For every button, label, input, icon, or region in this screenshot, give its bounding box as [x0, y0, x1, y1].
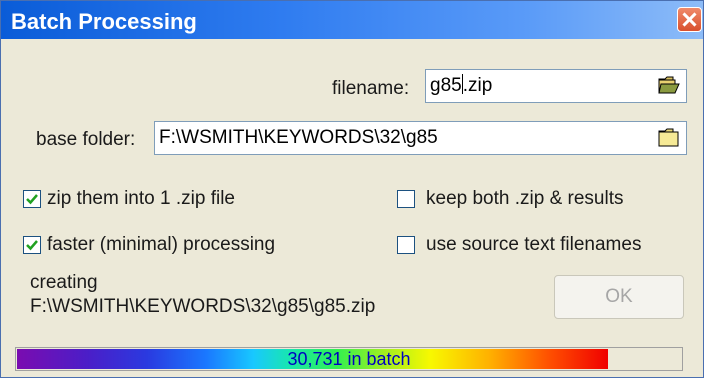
filename-value-part2: .zip [462, 75, 493, 96]
keep-both-label[interactable]: keep both .zip & results [426, 188, 624, 210]
zip-into-one-label[interactable]: zip them into 1 .zip file [47, 188, 235, 210]
folder-icon[interactable] [658, 127, 680, 147]
progress-bar: 30,731 in batch [15, 347, 683, 371]
filename-label: filename: [332, 78, 410, 99]
batch-processing-dialog: Batch Processing filename: g85.zip base … [0, 0, 704, 378]
title-bar[interactable]: Batch Processing [1, 1, 703, 39]
checkmark-icon [26, 240, 38, 251]
filename-input[interactable]: g85.zip [425, 69, 687, 103]
ok-button[interactable]: OK [554, 275, 684, 319]
filename-value-part1: g85 [430, 75, 462, 96]
faster-processing-label[interactable]: faster (minimal) processing [47, 234, 275, 256]
window-title: Batch Processing [11, 9, 197, 34]
progress-text: 30,731 in batch [287, 349, 411, 369]
faster-processing-checkbox[interactable] [23, 236, 41, 254]
keep-both-checkbox[interactable] [397, 190, 415, 208]
zip-into-one-checkbox[interactable] [23, 190, 41, 208]
use-source-names-checkbox[interactable] [397, 236, 415, 254]
checkmark-icon [26, 194, 38, 205]
folder-open-icon[interactable] [658, 75, 680, 95]
base-folder-input[interactable]: F:\WSMITH\KEYWORDS\32\g85 [154, 121, 687, 155]
status-line-2: F:\WSMITH\KEYWORDS\32\g85\g85.zip [30, 296, 376, 317]
close-icon[interactable] [677, 7, 702, 32]
use-source-names-label[interactable]: use source text filenames [426, 234, 641, 256]
base-folder-label: base folder: [36, 129, 136, 150]
status-line-1: creating [30, 272, 98, 293]
base-folder-value: F:\WSMITH\KEYWORDS\32\g85 [159, 127, 438, 148]
